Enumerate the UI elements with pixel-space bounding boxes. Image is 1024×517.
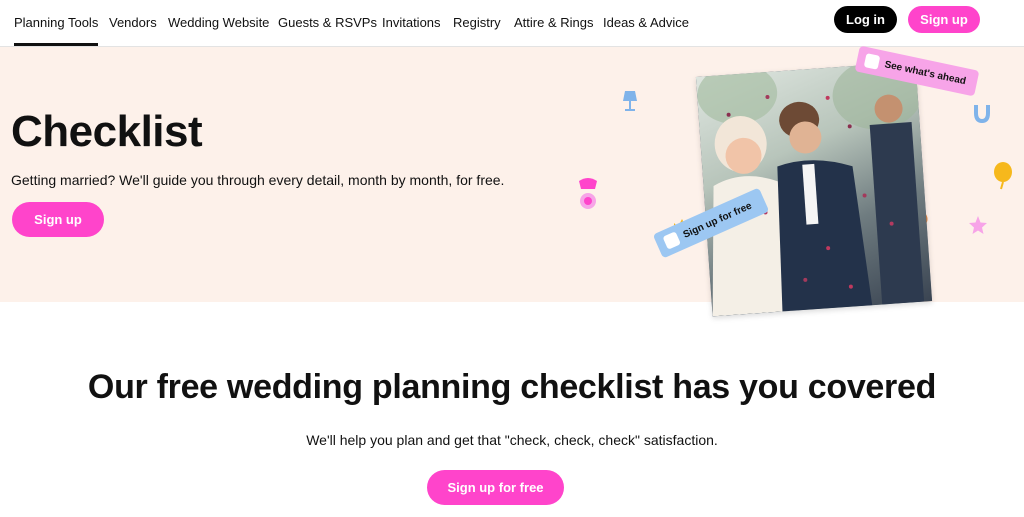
- horseshoe-icon: [974, 105, 990, 123]
- nav-registry[interactable]: Registry: [453, 15, 501, 30]
- calendar-icon: [863, 53, 881, 70]
- lamp-icon: [623, 91, 637, 111]
- signup-button-header[interactable]: Sign up: [908, 6, 980, 33]
- nav-planning-tools[interactable]: Planning Tools: [14, 15, 99, 46]
- nav-invitations[interactable]: Invitations: [382, 15, 441, 30]
- balloon-icon: [994, 162, 1012, 190]
- signup-for-free-button[interactable]: Sign up for free: [427, 470, 564, 505]
- cake-icon: [579, 178, 597, 209]
- hero-signup-button[interactable]: Sign up: [12, 202, 104, 237]
- page-title: Checklist: [11, 107, 203, 156]
- top-navigation: Planning Tools Vendors Wedding Website G…: [0, 0, 1024, 47]
- nav-wedding-website[interactable]: Wedding Website: [168, 15, 269, 30]
- nav-attire-rings[interactable]: Attire & Rings: [514, 15, 593, 30]
- hero-subtitle: Getting married? We'll guide you through…: [11, 172, 505, 188]
- section-subtitle: We'll help you plan and get that "check,…: [306, 432, 718, 448]
- star-icon: [969, 216, 987, 234]
- login-button[interactable]: Log in: [834, 6, 897, 33]
- glasses-icon: [662, 231, 681, 250]
- wedding-photo: [695, 61, 933, 317]
- nav-guests-rsvps[interactable]: Guests & RSVPs: [278, 15, 377, 30]
- nav-vendors[interactable]: Vendors: [109, 15, 157, 30]
- nav-ideas-advice[interactable]: Ideas & Advice: [603, 15, 689, 30]
- section-title: Our free wedding planning checklist has …: [87, 368, 937, 406]
